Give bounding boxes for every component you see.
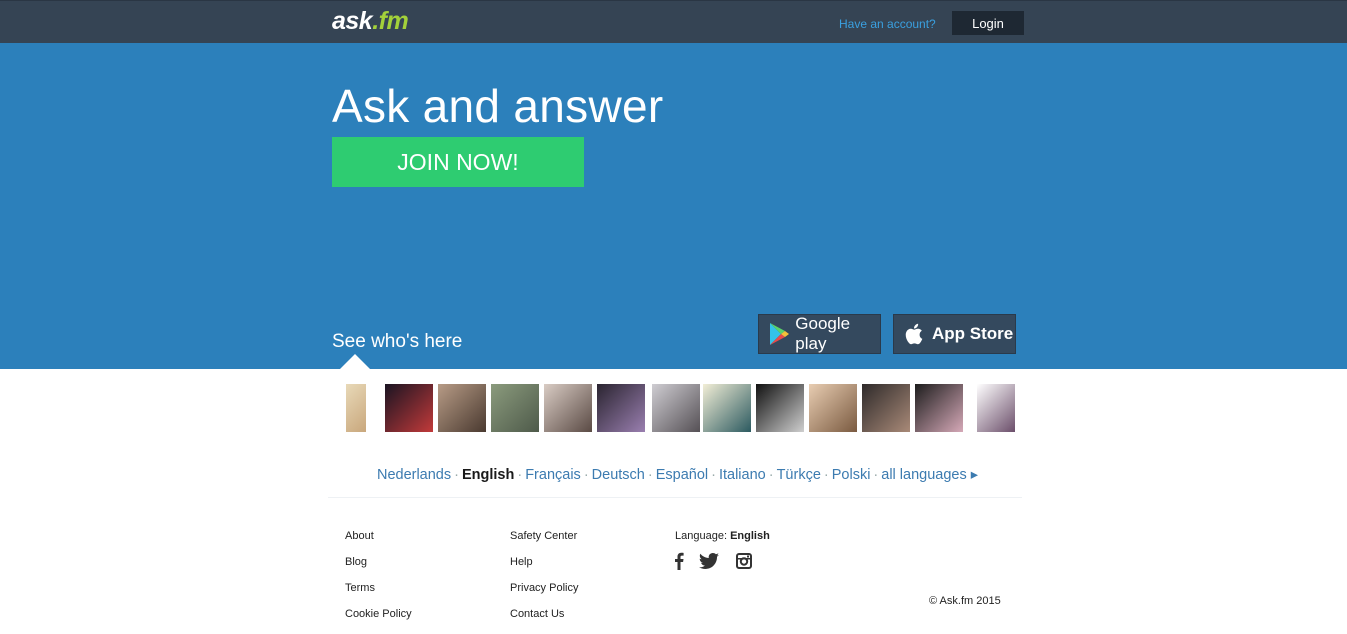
avatar-thumbnail[interactable] — [977, 384, 1015, 432]
language-separator: · — [583, 467, 589, 483]
ask-fm-logo[interactable]: ask.fm — [332, 7, 409, 36]
avatar-thumbnail[interactable] — [491, 384, 539, 432]
instagram-icon[interactable] — [734, 551, 754, 571]
footer-link-about[interactable]: About — [345, 530, 374, 542]
section-divider — [328, 497, 1022, 498]
avatar-thumbnail[interactable] — [385, 384, 433, 432]
see-whos-here-label: See who's here — [332, 331, 463, 352]
avatar-thumbnail[interactable] — [756, 384, 804, 432]
language-link-polski[interactable]: Polski — [832, 467, 871, 483]
footer-link-privacy-policy[interactable]: Privacy Policy — [510, 582, 578, 594]
language-separator: · — [517, 467, 523, 483]
language-link-deutsch[interactable]: Deutsch — [592, 467, 645, 483]
avatar-thumbnail[interactable] — [438, 384, 486, 432]
all-languages-link[interactable]: all languages ▸ — [881, 467, 978, 483]
facebook-icon[interactable] — [669, 551, 689, 571]
avatar-thumbnail[interactable] — [915, 384, 963, 432]
pointer-caret — [340, 354, 370, 369]
avatar-thumbnail[interactable] — [544, 384, 592, 432]
footer-link-help[interactable]: Help — [510, 556, 533, 568]
copyright-text: © Ask.fm 2015 — [929, 595, 1001, 607]
app-store-label: App Store — [932, 324, 1014, 343]
google-play-icon — [767, 320, 791, 348]
app-store-button[interactable]: App Store — [893, 314, 1016, 354]
footer-language: Language: English — [675, 530, 770, 542]
language-link-français[interactable]: Français — [525, 467, 581, 483]
footer-link-blog[interactable]: Blog — [345, 556, 367, 568]
join-now-button[interactable]: JOIN NOW! — [332, 137, 584, 187]
language-separator: · — [823, 467, 829, 483]
language-separator: · — [711, 467, 716, 483]
language-link-nederlands[interactable]: Nederlands — [377, 467, 451, 483]
avatar-thumbnail[interactable] — [346, 384, 366, 432]
language-link-türkçe[interactable]: Türkçe — [777, 467, 821, 483]
apple-icon — [902, 320, 928, 348]
footer-link-terms[interactable]: Terms — [345, 582, 375, 594]
language-separator: · — [647, 467, 653, 483]
footer-link-contact-us[interactable]: Contact Us — [510, 608, 564, 620]
google-play-label: Google play — [795, 314, 851, 353]
logo-ask-text: ask — [332, 7, 373, 35]
avatar-thumbnail[interactable] — [862, 384, 910, 432]
language-separator: · — [454, 467, 459, 483]
footer-language-label: Language: — [675, 530, 727, 542]
top-bar: ask.fm Have an account? Login — [0, 0, 1347, 43]
avatar-thumbnail[interactable] — [809, 384, 857, 432]
footer-link-safety-center[interactable]: Safety Center — [510, 530, 577, 542]
avatar-thumbnail[interactable] — [652, 384, 700, 432]
language-selector: Nederlands · English · Français · Deutsch · Espa… — [0, 467, 1347, 483]
footer-language-value[interactable]: English — [730, 530, 770, 542]
google-play-button[interactable]: Google play — [758, 314, 881, 354]
language-link-español[interactable]: Español — [656, 467, 708, 483]
twitter-icon[interactable] — [699, 551, 719, 571]
avatar-thumbnail[interactable] — [703, 384, 751, 432]
language-link-english: English — [461, 467, 515, 483]
footer-link-cookie-policy[interactable]: Cookie Policy — [345, 608, 412, 620]
hero-title: Ask and answer — [332, 80, 664, 132]
hero-section: Ask and answer JOIN NOW! See who's here … — [0, 43, 1347, 369]
have-account-link[interactable]: Have an account? — [839, 17, 936, 31]
login-button[interactable]: Login — [952, 11, 1024, 35]
language-separator: · — [768, 467, 774, 483]
avatar-thumbnail[interactable] — [597, 384, 645, 432]
logo-fm-text: .fm — [372, 7, 409, 35]
language-separator: · — [873, 467, 879, 483]
language-link-italiano[interactable]: Italiano — [719, 467, 766, 483]
